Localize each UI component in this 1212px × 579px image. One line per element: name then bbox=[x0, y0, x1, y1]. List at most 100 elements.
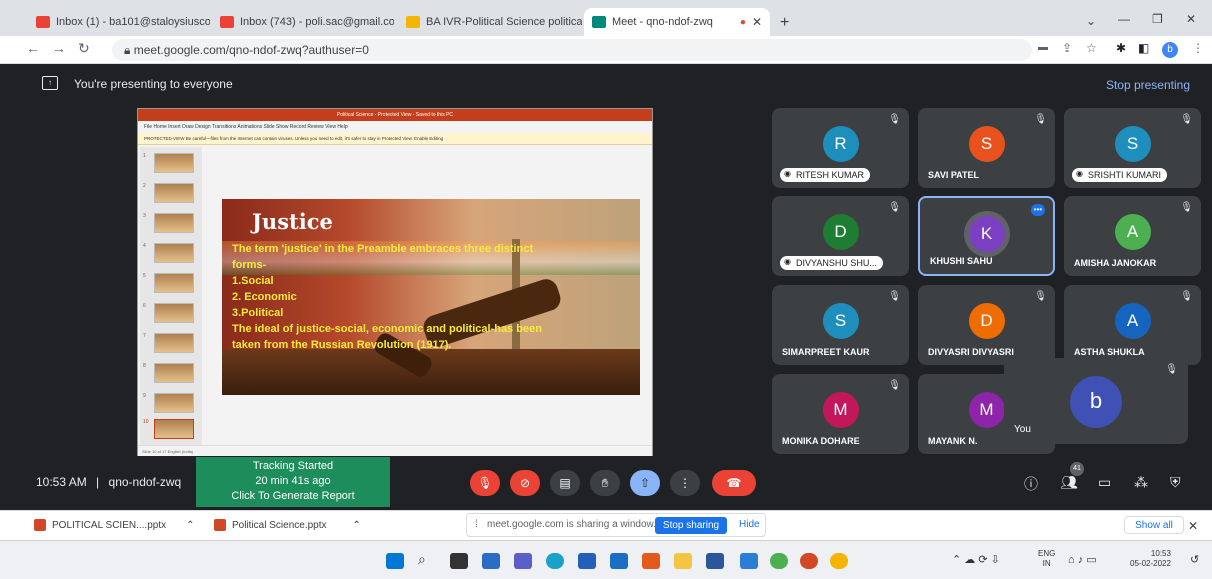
close-window-icon[interactable]: ✕ bbox=[1186, 12, 1196, 26]
chevron-up-icon[interactable]: ⌃ bbox=[186, 520, 194, 531]
captions-button[interactable]: ▤ bbox=[550, 470, 580, 496]
camera-toggle-button[interactable]: ⊘ bbox=[510, 470, 540, 496]
system-tray-icons[interactable]: ⌃ ☁ ⟳ ⇩ bbox=[952, 553, 1000, 566]
more-options-button[interactable]: ⋮ bbox=[670, 470, 700, 496]
meeting-info: 10:53 AM | qno-ndof-zwq bbox=[36, 475, 182, 489]
mic-off-icon: 🎙︎ bbox=[1034, 114, 1047, 125]
self-view-tile[interactable]: 🎙︎ b You bbox=[1004, 358, 1188, 444]
current-slide: Justice The term 'justice' in the Preamb… bbox=[222, 199, 640, 395]
forward-icon[interactable]: → bbox=[52, 40, 66, 56]
reload-icon[interactable]: ↻ bbox=[78, 40, 90, 57]
people-icon[interactable]: 👥︎ bbox=[1060, 474, 1078, 491]
slide-thumbnail[interactable] bbox=[154, 153, 194, 173]
mic-toggle-button[interactable]: 🎙︎ bbox=[470, 470, 500, 496]
task-view-icon[interactable] bbox=[450, 553, 468, 569]
raise-hand-button[interactable]: ✋︎ bbox=[590, 470, 620, 496]
slide-thumbnail[interactable] bbox=[154, 363, 194, 383]
present-button[interactable]: ⇧ bbox=[630, 470, 660, 496]
sidebar-icon[interactable]: ◧ bbox=[1138, 41, 1149, 55]
participant-tile[interactable]: 🎙︎ M MONIKA DOHARE bbox=[772, 374, 909, 454]
language-indicator[interactable]: ENG IN bbox=[1038, 549, 1055, 569]
office-icon[interactable] bbox=[642, 553, 660, 569]
slide-thumbnail[interactable] bbox=[154, 243, 194, 263]
self-label: You bbox=[1014, 424, 1031, 435]
teams-icon[interactable] bbox=[514, 553, 532, 569]
participant-name: AMISHA JANOKAR bbox=[1074, 258, 1157, 268]
extensions-icon[interactable]: ✱ bbox=[1116, 41, 1126, 55]
slide-thumbnail[interactable] bbox=[154, 333, 194, 353]
participant-tile[interactable]: 🎙︎ D DIVYANSHU SHU... bbox=[772, 196, 909, 276]
slide-thumbnail[interactable] bbox=[154, 393, 194, 413]
meeting-details-icon[interactable]: ⓘ bbox=[1024, 474, 1038, 494]
widgets-icon[interactable] bbox=[482, 553, 500, 569]
download-item[interactable]: POLITICAL SCIEN....pptx ⌃ bbox=[34, 519, 195, 531]
hide-button[interactable]: Hide bbox=[739, 519, 760, 530]
avatar: S bbox=[822, 303, 859, 339]
activities-icon[interactable]: ⁂ bbox=[1134, 474, 1148, 491]
edge-icon[interactable] bbox=[546, 553, 564, 569]
chat-icon[interactable]: ▭ bbox=[1098, 474, 1111, 491]
start-icon[interactable] bbox=[386, 553, 404, 569]
participant-name: MAYANK N. bbox=[928, 436, 978, 446]
tab-search-icon[interactable]: ⌄ bbox=[1086, 14, 1096, 28]
slide-thumbnail[interactable] bbox=[154, 303, 194, 323]
close-tab-icon[interactable]: ✕ bbox=[752, 15, 762, 29]
avatar: A bbox=[1114, 303, 1151, 339]
leave-call-button[interactable]: ☎︎ bbox=[712, 470, 756, 496]
participant-tile[interactable]: 🎙︎ R RITESH KUMAR bbox=[772, 108, 909, 188]
tab-inbox-743[interactable]: Inbox (743) - poli.sac@gmail.com ✕ bbox=[212, 8, 394, 36]
slide-thumbnail[interactable] bbox=[154, 213, 194, 233]
chrome-icon[interactable] bbox=[770, 553, 788, 569]
search-icon[interactable]: ⌕ bbox=[418, 551, 436, 567]
app-icon[interactable] bbox=[706, 553, 724, 569]
bookmark-star-icon[interactable]: ☆ bbox=[1086, 41, 1097, 55]
url-input[interactable]: 🔒︎ meet.google.com/qno-ndof-zwq?authuser… bbox=[112, 39, 1032, 61]
ppt-status-bar: Slide 10 of 17 English (India) bbox=[138, 445, 652, 456]
participant-tile[interactable]: 🎙︎ S SAVI PATEL bbox=[918, 108, 1055, 188]
slide-thumbnail-selected[interactable] bbox=[154, 419, 194, 439]
close-downloads-icon[interactable]: ✕ bbox=[1188, 519, 1198, 533]
powerpoint-icon[interactable] bbox=[800, 553, 818, 569]
minimize-icon[interactable]: — bbox=[1118, 12, 1130, 26]
download-item[interactable]: Political Science.pptx ⌃ bbox=[214, 519, 361, 531]
participant-tile[interactable]: 🎙︎ A AMISHA JANOKAR bbox=[1064, 196, 1201, 276]
slide-thumbnail[interactable] bbox=[154, 183, 194, 203]
network-volume-battery-icons[interactable]: ⌂ ♪ ▭ bbox=[1068, 553, 1097, 566]
host-controls-icon[interactable]: ⛨ bbox=[1170, 474, 1181, 491]
chevron-up-icon[interactable]: ⌃ bbox=[353, 520, 361, 531]
tab-inbox-1[interactable]: Inbox (1) - ba101@staloysiuscoll ✕ bbox=[28, 8, 210, 36]
tab-ba-political-science[interactable]: BA IVR-Political Science political ✕ bbox=[398, 8, 582, 36]
stop-sharing-button[interactable]: Stop sharing bbox=[655, 517, 727, 534]
back-icon[interactable]: ← bbox=[26, 40, 40, 56]
share-icon[interactable]: ⇪ bbox=[1062, 41, 1072, 55]
profile-avatar[interactable]: b bbox=[1162, 42, 1178, 58]
participant-tile[interactable]: 🎙︎ A ASTHA SHUKLA bbox=[1064, 285, 1201, 365]
participant-name: KHUSHI SAHU bbox=[930, 256, 993, 266]
app-icon[interactable] bbox=[740, 553, 758, 569]
menu-dots-icon[interactable]: ⋮ bbox=[1192, 41, 1204, 55]
chrome-icon[interactable] bbox=[830, 553, 848, 569]
taskbar-clock[interactable]: 10:53 05-02-2022 bbox=[1130, 549, 1171, 569]
participant-tile[interactable]: 🎙︎ S SRISHTI KUMARI bbox=[1064, 108, 1201, 188]
mail-icon[interactable] bbox=[610, 553, 628, 569]
participant-name: SAVI PATEL bbox=[928, 170, 980, 180]
presenting-text: You're presenting to everyone bbox=[74, 77, 233, 91]
restore-icon[interactable]: ❐ bbox=[1152, 12, 1163, 26]
attendance-tracking-button[interactable]: Tracking Started 20 min 41s ago Click To… bbox=[196, 457, 390, 507]
new-tab-button[interactable]: + bbox=[780, 14, 789, 32]
cast-icon[interactable]: ▬ bbox=[1038, 42, 1048, 53]
mic-off-icon: 🎙︎ bbox=[1165, 364, 1178, 375]
participant-tile[interactable]: 🎙︎ S SIMARPREET KAUR bbox=[772, 285, 909, 365]
tab-meet[interactable]: Meet - qno-ndof-zwq ● ✕ bbox=[584, 8, 770, 36]
slide-thumbnails: 1 2 3 4 5 6 7 8 9 10 bbox=[140, 147, 202, 447]
notifications-icon[interactable]: ↺ bbox=[1190, 553, 1199, 566]
file-explorer-icon[interactable] bbox=[674, 553, 692, 569]
participant-tile[interactable]: 🎙︎ D DIVYASRI DIVYASRI bbox=[918, 285, 1055, 365]
stop-presenting-button[interactable]: Stop presenting bbox=[1106, 78, 1190, 92]
show-all-button[interactable]: Show all bbox=[1124, 516, 1184, 534]
slide-thumbnail[interactable] bbox=[154, 273, 194, 293]
drag-handle-icon[interactable]: ⁞ bbox=[475, 519, 478, 530]
participant-tile-speaking[interactable]: ••• K KHUSHI SAHU bbox=[918, 196, 1055, 276]
store-icon[interactable] bbox=[578, 553, 596, 569]
presenting-banner: ↑ You're presenting to everyone bbox=[30, 72, 1202, 96]
